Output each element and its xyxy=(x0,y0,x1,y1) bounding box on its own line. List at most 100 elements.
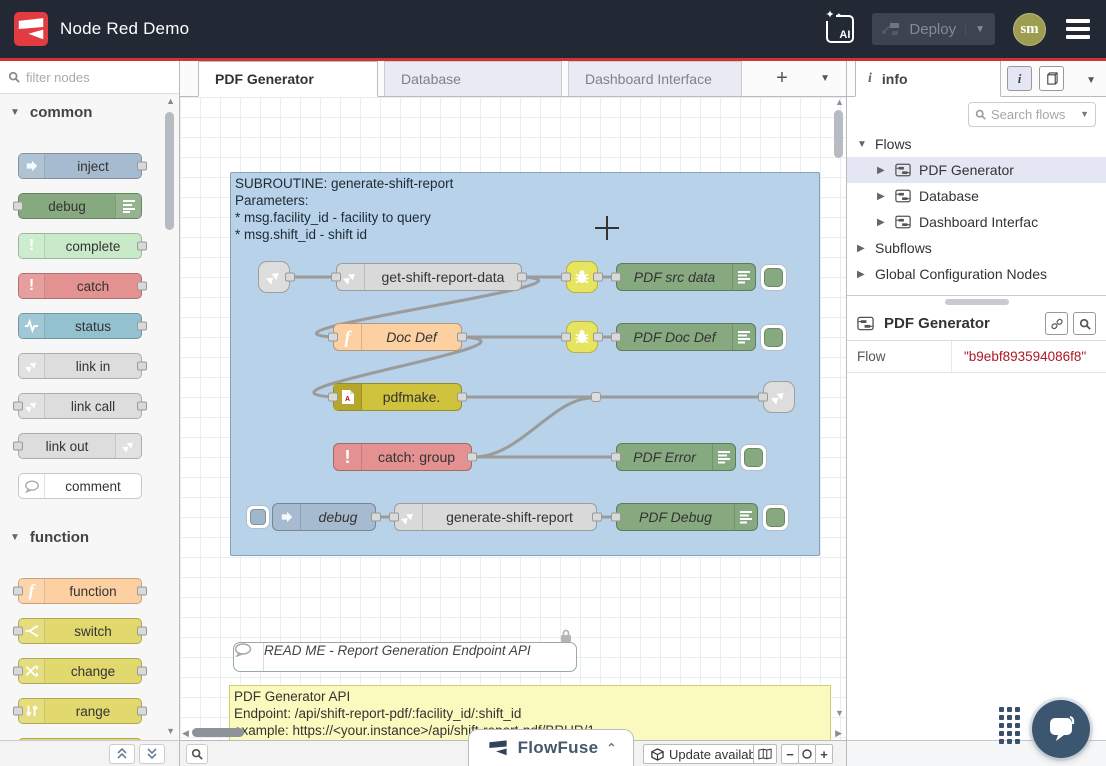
sidebar-splitter[interactable] xyxy=(847,295,1106,307)
zoom-in-button[interactable]: + xyxy=(815,744,833,764)
tree-item-database[interactable]: ▶ Database xyxy=(847,183,1106,209)
tree-item-subflows[interactable]: ▶ Subflows xyxy=(847,235,1106,261)
palette-node-link-call[interactable]: link call xyxy=(18,393,142,419)
port[interactable] xyxy=(611,333,621,342)
chat-drag-handle[interactable] xyxy=(999,707,1020,744)
collapse-all-button[interactable] xyxy=(109,744,135,764)
chevron-right-icon[interactable]: ▶ xyxy=(857,243,867,254)
port[interactable] xyxy=(457,393,467,402)
port[interactable] xyxy=(13,402,23,411)
wire-junction[interactable] xyxy=(591,392,601,402)
port[interactable] xyxy=(561,333,571,342)
port[interactable] xyxy=(517,273,527,282)
scroll-left-icon[interactable]: ◀ xyxy=(182,728,189,739)
main-menu-button[interactable] xyxy=(1064,15,1092,43)
search-detail-button[interactable] xyxy=(1073,312,1096,335)
debug-toggle-button[interactable] xyxy=(760,264,787,291)
flow-canvas[interactable]: SUBROUTINE: generate-shift-report Parame… xyxy=(180,97,846,740)
vertical-scrollbar[interactable]: ▲ ▼ xyxy=(833,97,845,726)
port[interactable] xyxy=(758,393,768,402)
port[interactable] xyxy=(328,333,338,342)
category-common[interactable]: ▼ common xyxy=(10,104,92,121)
chat-widget-button[interactable] xyxy=(1032,700,1090,758)
chevron-right-icon[interactable]: ▶ xyxy=(877,217,887,228)
port[interactable] xyxy=(328,393,338,402)
sidebar-menu-caret-icon[interactable]: ▼ xyxy=(1086,75,1096,86)
port[interactable] xyxy=(457,333,467,342)
chevron-right-icon[interactable]: ▶ xyxy=(857,269,867,280)
scroll-up-icon[interactable]: ▲ xyxy=(166,96,175,106)
node-doc-def[interactable]: f Doc Def xyxy=(333,323,462,351)
palette-node-link-in[interactable]: link in xyxy=(18,353,142,379)
node-link-out[interactable] xyxy=(763,381,795,413)
node-link-in[interactable] xyxy=(258,261,290,293)
scroll-right-icon[interactable]: ▶ xyxy=(835,728,842,739)
port[interactable] xyxy=(137,587,147,596)
node-pdf-doc-def[interactable]: PDF Doc Def xyxy=(616,323,756,351)
tree-item-pdf-generator[interactable]: ▶ PDF Generator xyxy=(847,157,1106,183)
flowfuse-button[interactable]: FlowFuse ⌃ xyxy=(468,729,634,766)
node-generate-shift-report[interactable]: generate-shift-report xyxy=(394,503,597,531)
palette-node-inject[interactable]: inject xyxy=(18,153,142,179)
chevron-right-icon[interactable]: ▶ xyxy=(877,191,887,202)
palette-node-debug[interactable]: debug xyxy=(18,193,142,219)
port[interactable] xyxy=(137,242,147,251)
tab-pdf-generator[interactable]: PDF Generator xyxy=(198,61,378,97)
tab-info[interactable]: i info xyxy=(855,61,1001,97)
palette-node-comment[interactable]: comment xyxy=(18,473,142,499)
node-inject-debug[interactable]: debug xyxy=(272,503,376,531)
port[interactable] xyxy=(13,707,23,716)
add-flow-button[interactable]: + xyxy=(770,67,794,90)
deploy-button[interactable]: Deploy ▼ xyxy=(872,13,995,45)
port[interactable] xyxy=(561,273,571,282)
tab-database[interactable]: Database xyxy=(384,61,562,96)
chevron-down-icon[interactable]: ▼ xyxy=(857,139,867,150)
flow-list-caret-icon[interactable]: ▼ xyxy=(820,73,830,84)
palette-node-switch[interactable]: switch xyxy=(18,618,142,644)
port[interactable] xyxy=(13,627,23,636)
tree-item-flows[interactable]: ▼ Flows xyxy=(847,131,1106,157)
flow-id-value[interactable]: "b9ebf893594086f8" xyxy=(952,341,1106,372)
scroll-down-icon[interactable]: ▼ xyxy=(166,726,175,736)
copy-link-button[interactable] xyxy=(1045,312,1068,335)
port[interactable] xyxy=(331,273,341,282)
port[interactable] xyxy=(467,453,477,462)
port[interactable] xyxy=(13,587,23,596)
port[interactable] xyxy=(611,513,621,522)
tab-dashboard-interface[interactable]: Dashboard Interface xyxy=(568,61,742,96)
port[interactable] xyxy=(13,442,23,451)
port[interactable] xyxy=(137,362,147,371)
palette-scrollbar[interactable] xyxy=(165,96,175,738)
user-avatar[interactable]: sm xyxy=(1013,13,1046,46)
palette-node-partial[interactable] xyxy=(18,738,142,740)
palette-node-status[interactable]: status xyxy=(18,313,142,339)
zoom-out-button[interactable]: − xyxy=(781,744,799,764)
port[interactable] xyxy=(137,282,147,291)
splitter-grip[interactable] xyxy=(945,299,1009,305)
node-pdf-src-data[interactable]: PDF src data xyxy=(616,263,756,291)
palette-node-range[interactable]: range xyxy=(18,698,142,724)
ai-assistant-button[interactable]: ✦ ✦ AI xyxy=(826,15,854,43)
port[interactable] xyxy=(611,453,621,462)
node-bug-2[interactable] xyxy=(566,321,598,353)
port[interactable] xyxy=(592,513,602,522)
node-catch-group[interactable]: ! catch: group xyxy=(333,443,472,471)
help-book-button[interactable] xyxy=(1039,66,1064,91)
tree-item-global-config[interactable]: ▶ Global Configuration Nodes xyxy=(847,261,1106,287)
debug-toggle-button[interactable] xyxy=(740,444,767,471)
port[interactable] xyxy=(13,202,23,211)
node-get-shift-report-data[interactable]: get-shift-report-data xyxy=(336,263,522,291)
scroll-up-icon[interactable]: ▲ xyxy=(835,97,844,107)
scroll-down-icon[interactable]: ▼ xyxy=(835,708,844,718)
debug-toggle-button[interactable] xyxy=(762,504,789,531)
port[interactable] xyxy=(371,513,381,522)
filter-nodes-input[interactable] xyxy=(26,70,156,85)
port[interactable] xyxy=(593,273,603,282)
node-bug-1[interactable] xyxy=(566,261,598,293)
search-flows-select[interactable]: Search flows ▼ xyxy=(968,102,1096,127)
navigator-button[interactable] xyxy=(753,744,777,764)
node-pdf-error[interactable]: PDF Error xyxy=(616,443,736,471)
category-function[interactable]: ▼ function xyxy=(10,529,89,546)
palette-node-link-out[interactable]: link out xyxy=(18,433,142,459)
palette-node-function[interactable]: f function xyxy=(18,578,142,604)
